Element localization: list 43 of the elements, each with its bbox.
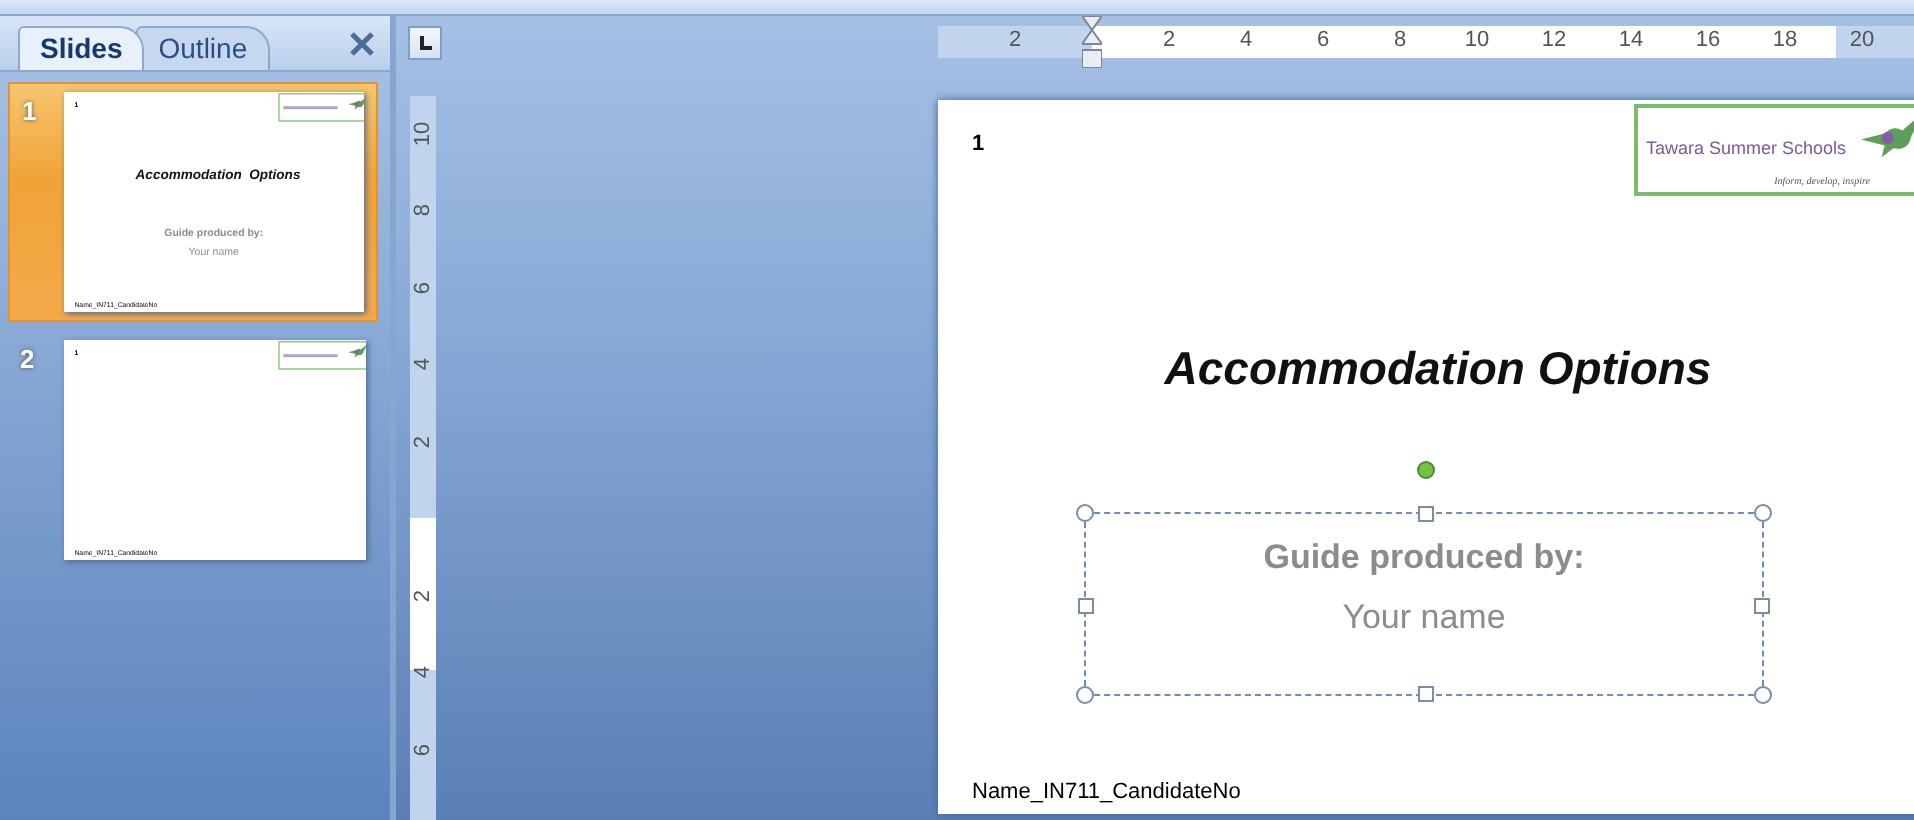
- ruler-number: 10: [411, 120, 435, 146]
- ruler-number: 2: [411, 586, 435, 606]
- resize-handle[interactable]: [1078, 598, 1094, 614]
- resize-handle[interactable]: [1754, 686, 1772, 704]
- ruler-number: 6: [411, 740, 435, 760]
- resize-handle[interactable]: [1076, 504, 1094, 522]
- ruler-number: 2: [1008, 28, 1022, 52]
- ruler-number: 4: [411, 355, 435, 375]
- resize-handle[interactable]: [1418, 686, 1434, 702]
- logo-name: Tawara Summer Schools: [1646, 138, 1847, 158]
- slide-number: 2: [20, 342, 37, 374]
- ruler-number: 6: [1316, 28, 1330, 52]
- ruler-number: 10: [1464, 28, 1490, 52]
- logo-drawing: [279, 93, 364, 122]
- close-icon[interactable]: [350, 32, 374, 56]
- ruler-number: 20: [1849, 28, 1875, 52]
- ruler-number: 16: [1695, 28, 1721, 52]
- subtitle-text: Guide produced by:: [1263, 536, 1585, 580]
- footer-text: Name_IN711_CandidateNo: [972, 780, 1241, 804]
- ruler-number: 4: [411, 663, 435, 683]
- page-number: 1: [972, 132, 985, 156]
- ruler-number: 4: [1239, 28, 1253, 52]
- pane-tab[interactable]: Outline: [136, 26, 270, 70]
- resize-handle[interactable]: [1418, 506, 1434, 522]
- resize-handle[interactable]: [1076, 686, 1094, 704]
- subtitle-text: Your name: [1342, 596, 1506, 640]
- pane-tab[interactable]: Slides: [18, 26, 145, 70]
- tab-stop-button[interactable]: [408, 25, 442, 59]
- resize-handle[interactable]: [1754, 504, 1772, 522]
- ruler-number: 2: [411, 432, 435, 452]
- ruler-number: 8: [1393, 28, 1407, 52]
- ruler-number: 12: [1541, 28, 1567, 52]
- slide-number: 1: [22, 94, 39, 126]
- logo-drawing: [277, 341, 366, 370]
- ruler-number: 6: [411, 278, 435, 298]
- ruler-number: 8: [411, 201, 435, 221]
- resize-handle[interactable]: [1754, 598, 1770, 614]
- slide-title: Accommodation Options: [1162, 342, 1714, 396]
- ruler-number: 14: [1618, 28, 1644, 52]
- ruler-number: 2: [1162, 28, 1176, 52]
- rotation-handle[interactable]: [1416, 460, 1436, 480]
- ruler-number: 18: [1772, 28, 1798, 52]
- indent-marker-icon[interactable]: [1082, 16, 1102, 68]
